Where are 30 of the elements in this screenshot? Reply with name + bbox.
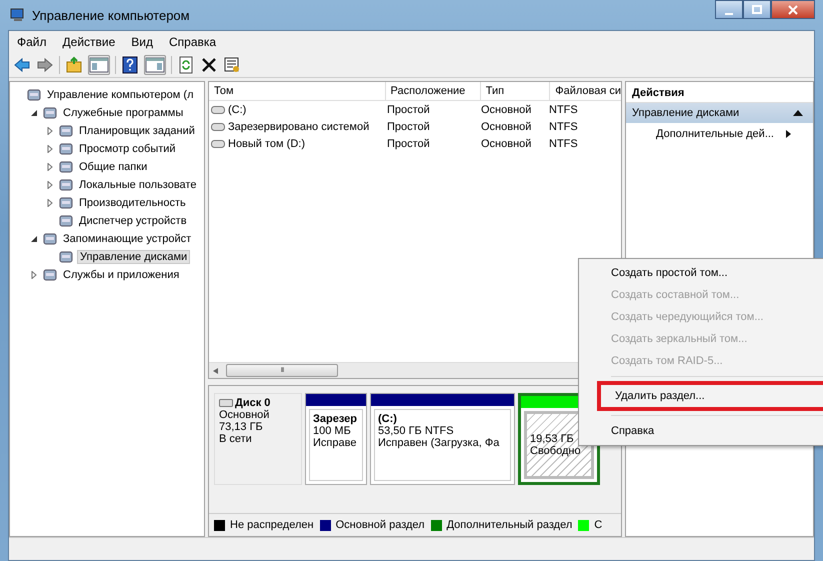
table-cell: Простой — [387, 138, 430, 150]
table-cell: Простой — [387, 104, 430, 116]
partition-detail: Свободно — [530, 445, 582, 457]
partition-detail: Исправе — [313, 437, 358, 449]
legend-label: Дополнительный раздел — [446, 519, 572, 531]
legend-label: Не распределен — [230, 519, 314, 531]
disk-detail: Основной — [219, 409, 270, 421]
partition-detail: 19,53 ГБ — [530, 433, 575, 445]
legend-label: С — [594, 519, 602, 531]
table-cell: (C:) — [228, 104, 246, 116]
section-title: Управление дисками — [632, 107, 740, 119]
partition-detail: 53,50 ГБ NTFS — [378, 425, 455, 437]
table-cell: NTFS — [549, 120, 578, 132]
table-cell: Зарезервировано системой — [228, 120, 370, 132]
table-cell: Простой — [387, 120, 430, 132]
partition-detail: Исправен (Загрузка, Фа — [378, 437, 500, 449]
table-cell: Основной — [481, 104, 532, 116]
window-title: Управление компьютером — [32, 8, 190, 22]
table-cell: Основной — [481, 138, 532, 150]
partition-title: Зарезер — [313, 413, 358, 425]
legend-label: Основной раздел — [336, 519, 425, 531]
disk-detail: В сети — [219, 433, 253, 445]
partition-title: (C:) — [378, 413, 398, 425]
table-cell: NTFS — [549, 104, 578, 116]
disk-detail: 73,13 ГБ — [219, 421, 264, 433]
table-cell: NTFS — [549, 138, 578, 150]
partition-detail: 100 МБ — [313, 425, 352, 437]
table-cell: Основной — [481, 120, 532, 132]
disk-name: Диск 0 — [235, 397, 270, 409]
table-cell: Новый том (D:) — [228, 138, 305, 150]
